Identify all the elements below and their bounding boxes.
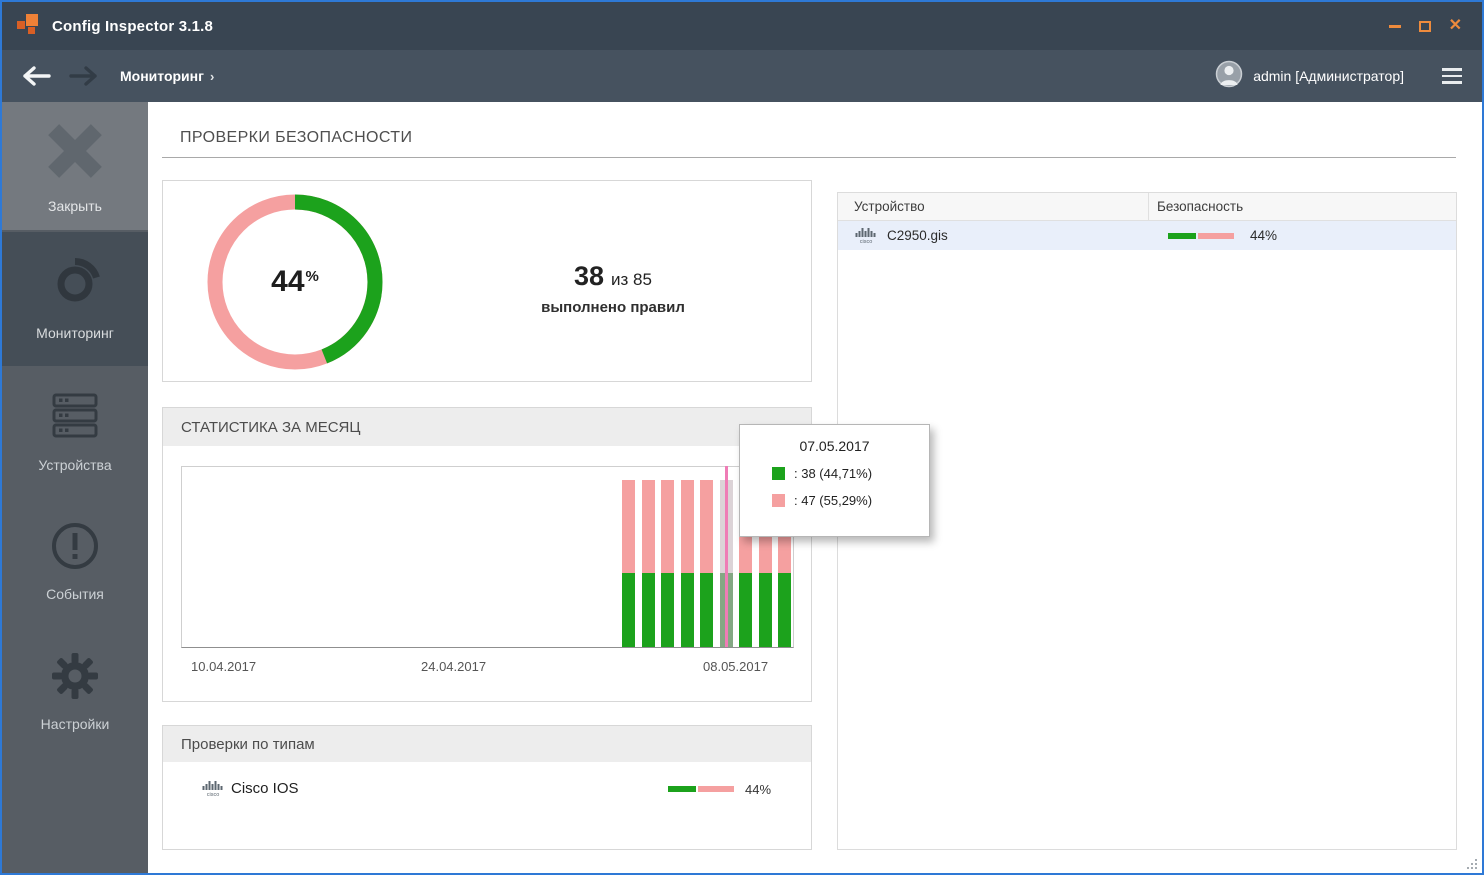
titlebar: Config Inspector 3.1.8 ✕ (2, 2, 1482, 50)
sidebar-item-settings[interactable]: Настройки (2, 626, 148, 756)
avatar[interactable] (1215, 60, 1243, 93)
sidebar-item-monitoring[interactable]: Мониторинг (2, 232, 148, 366)
donut-chart: 44% (207, 194, 383, 370)
rules-total: из 85 (611, 270, 652, 289)
tooltip-value-failed: : 47 (55,29%) (794, 493, 872, 508)
sidebar-item-devices[interactable]: Устройства (2, 366, 148, 496)
type-name: Cisco IOS (231, 780, 299, 797)
forward-button[interactable] (68, 66, 98, 86)
monitoring-icon (48, 257, 102, 316)
sidebar-item-events[interactable]: События (2, 496, 148, 626)
type-row[interactable]: cisco Cisco IOS 44% (201, 778, 793, 802)
security-bar (668, 786, 734, 792)
chart-tooltip: 07.05.2017 : 38 (44,71%) : 47 (55,29%) (739, 424, 930, 537)
x-axis-label: 24.04.2017 (421, 659, 486, 674)
x-axis-label: 10.04.2017 (191, 659, 256, 674)
bar-chart-plot (181, 466, 794, 648)
chevron-right-icon: › (210, 69, 214, 84)
rules-caption: выполнено правил (463, 299, 763, 316)
tooltip-date: 07.05.2017 (754, 438, 915, 454)
menu-icon[interactable] (1442, 68, 1462, 84)
maximize-button[interactable] (1419, 21, 1431, 32)
column-header-security[interactable]: Безопасность (1149, 193, 1456, 220)
table-row[interactable]: cisco C2950.gis 44% (838, 221, 1456, 250)
breadcrumb-label: Мониторинг (120, 68, 204, 84)
stacked-bar[interactable] (622, 480, 635, 647)
close-x-icon (42, 118, 108, 189)
stacked-bar[interactable] (700, 480, 713, 647)
main-content: ПРОВЕРКИ БЕЗОПАСНОСТИ 44% 38 из 85 (148, 102, 1482, 873)
device-percent: 44% (1250, 228, 1277, 243)
rules-summary: 38 из 85 выполнено правил (463, 261, 763, 316)
close-button[interactable]: ✕ (1449, 18, 1462, 34)
sidebar: Закрыть Мониторинг (2, 102, 148, 873)
svg-text:cisco: cisco (860, 239, 873, 244)
stacked-bar[interactable] (720, 480, 733, 647)
table-header: Устройство Безопасность (838, 193, 1456, 221)
rules-done-count: 38 (574, 261, 604, 291)
summary-card: 44% 38 из 85 выполнено правил (162, 180, 812, 382)
sidebar-item-label: События (46, 586, 104, 602)
gear-icon (49, 650, 101, 707)
stacked-bar[interactable] (642, 480, 655, 647)
security-bar (1168, 233, 1234, 239)
sidebar-item-label: Устройства (38, 457, 111, 473)
done-swatch (772, 467, 785, 480)
devices-icon (48, 389, 102, 448)
donut-percent: 44% (271, 265, 319, 299)
svg-text:cisco: cisco (207, 792, 220, 797)
stacked-bar[interactable] (681, 480, 694, 647)
type-percent: 44% (745, 782, 771, 797)
window-controls: ✕ (1389, 18, 1468, 34)
stacked-bar[interactable] (661, 480, 674, 647)
breadcrumb[interactable]: Мониторинг › (120, 68, 214, 84)
checks-by-type-card: Проверки по типам cisco Cisco IOS 44% (162, 725, 812, 850)
user-label[interactable]: admin [Администратор] (1253, 68, 1404, 84)
minimize-button[interactable] (1389, 25, 1401, 28)
monthly-stats-card: СТАТИСТИКА ЗА МЕСЯЦ 10.04.2017 24.04.201… (162, 407, 812, 702)
events-alert-icon (49, 520, 101, 577)
window-title: Config Inspector 3.1.8 (52, 18, 213, 35)
app-window: Config Inspector 3.1.8 ✕ Мониторинг › (0, 0, 1484, 875)
sidebar-item-label: Настройки (41, 716, 110, 732)
monthly-stats-title: СТАТИСТИКА ЗА МЕСЯЦ (163, 408, 811, 446)
x-axis-label: 08.05.2017 (703, 659, 768, 674)
resize-grip[interactable] (1466, 858, 1478, 870)
tooltip-value-done: : 38 (44,71%) (794, 466, 872, 481)
app-logo-icon (16, 12, 40, 41)
sidebar-item-close[interactable]: Закрыть (2, 102, 148, 232)
devices-table-card: Устройство Безопасность cisco (837, 192, 1457, 850)
sidebar-item-label: Закрыть (48, 198, 102, 214)
failed-swatch (772, 494, 785, 507)
sidebar-item-label: Мониторинг (36, 325, 114, 341)
cisco-icon: cisco (201, 780, 225, 802)
page-title: ПРОВЕРКИ БЕЗОПАСНОСТИ (180, 129, 412, 147)
device-name: C2950.gis (887, 228, 948, 243)
navbar: Мониторинг › admin [Администратор] (2, 50, 1482, 102)
column-header-device[interactable]: Устройство (838, 193, 1149, 220)
title-divider (162, 157, 1456, 158)
cisco-icon: cisco (854, 227, 878, 244)
back-button[interactable] (22, 66, 52, 86)
checks-by-type-title: Проверки по типам (163, 726, 811, 762)
